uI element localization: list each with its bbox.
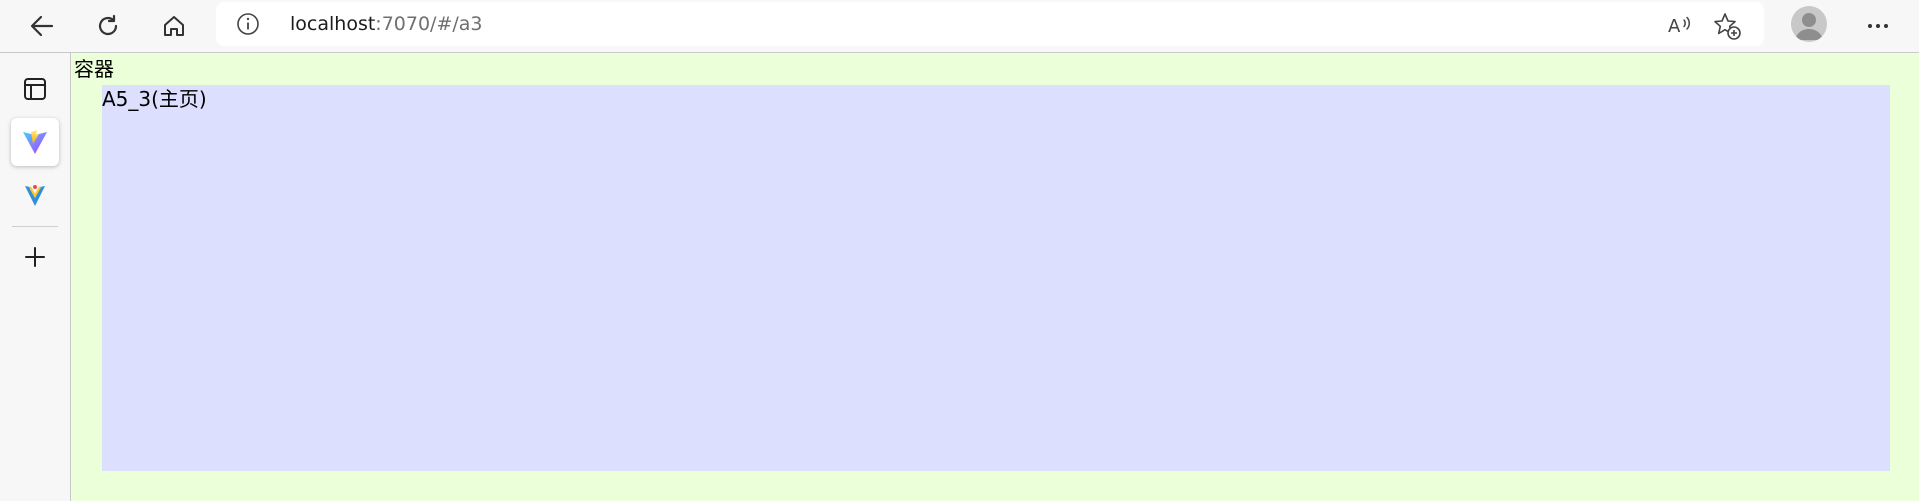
url-text[interactable]: localhost:7070/#/a3 bbox=[290, 12, 483, 36]
inner-panel-label: A5_3(主页) bbox=[102, 87, 207, 111]
home-button[interactable] bbox=[154, 6, 194, 46]
browser-sidebar bbox=[0, 53, 71, 501]
add-icon bbox=[25, 247, 45, 267]
page-content: 容器 A5_3(主页) bbox=[72, 54, 1919, 501]
read-aloud-icon[interactable]: A bbox=[1666, 11, 1694, 39]
sidebar-app-vite[interactable] bbox=[11, 118, 59, 166]
sidebar-divider bbox=[12, 226, 58, 227]
browser-toolbar: localhost:7070/#/a3 A bbox=[0, 0, 1919, 53]
tab-actions-button[interactable] bbox=[11, 65, 59, 113]
more-options-icon[interactable] bbox=[1862, 10, 1894, 42]
url-path: :7070/#/a3 bbox=[375, 13, 483, 35]
profile-avatar-icon[interactable] bbox=[1791, 6, 1827, 42]
svg-text:A: A bbox=[1668, 16, 1681, 37]
inner-panel: A5_3(主页) bbox=[102, 85, 1890, 471]
vitest-logo-icon bbox=[25, 185, 45, 206]
add-favorite-icon[interactable] bbox=[1712, 11, 1742, 41]
back-arrow-icon bbox=[30, 15, 54, 37]
info-icon[interactable] bbox=[236, 12, 260, 36]
tab-actions-icon bbox=[24, 78, 46, 100]
vite-logo-icon bbox=[23, 130, 47, 154]
address-bar[interactable]: localhost:7070/#/a3 A bbox=[216, 2, 1764, 46]
reload-icon bbox=[98, 14, 118, 36]
url-host: localhost bbox=[290, 13, 376, 35]
back-button[interactable] bbox=[22, 6, 62, 46]
reload-button[interactable] bbox=[88, 6, 128, 46]
sidebar-add-button[interactable] bbox=[11, 233, 59, 281]
sidebar-app-vitest[interactable] bbox=[11, 172, 59, 220]
container-label: 容器 bbox=[74, 57, 114, 81]
home-icon bbox=[164, 16, 184, 36]
